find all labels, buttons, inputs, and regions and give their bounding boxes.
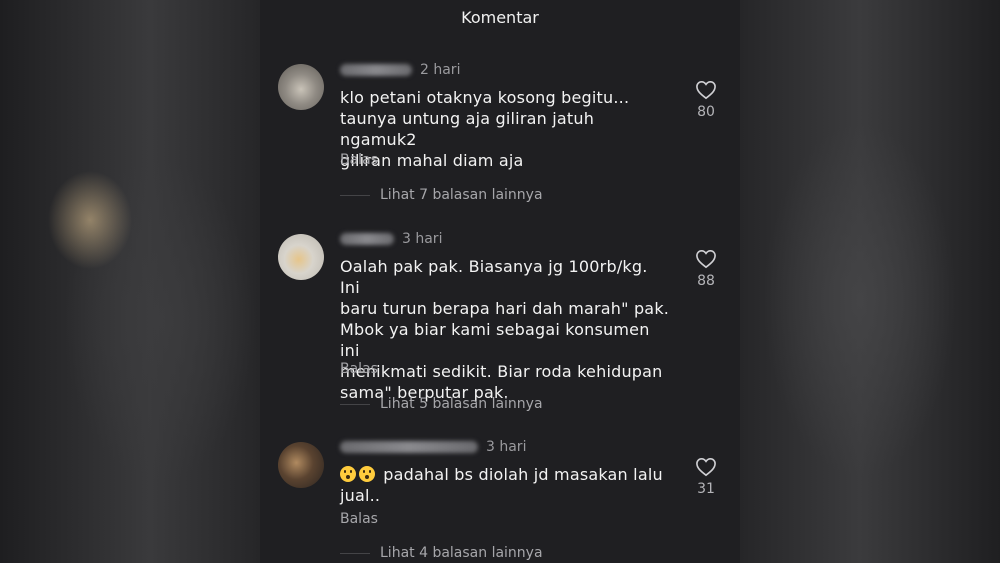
username-blurred[interactable] bbox=[340, 441, 478, 453]
username-blurred[interactable] bbox=[340, 233, 394, 245]
comment-line: giliran mahal diam aja bbox=[340, 151, 524, 170]
heart-outline-icon bbox=[696, 457, 716, 477]
avatar[interactable] bbox=[278, 64, 324, 110]
reply-button[interactable]: Balas bbox=[340, 361, 378, 377]
comment-text: padahal bs diolah jd masakan lalu jual.. bbox=[340, 464, 670, 506]
panel-title: Komentar bbox=[461, 8, 539, 27]
heart-outline-icon bbox=[696, 249, 716, 269]
comment-line: jual.. bbox=[340, 486, 381, 505]
view-more-replies[interactable]: Lihat 5 balasan lainnya bbox=[340, 396, 543, 412]
comment-header: 3 hari bbox=[340, 437, 526, 457]
comment-time: 3 hari bbox=[402, 231, 443, 247]
like-count: 31 bbox=[697, 481, 715, 497]
view-more-replies[interactable]: Lihat 4 balasan lainnya bbox=[340, 545, 543, 561]
like-count: 88 bbox=[697, 273, 715, 289]
avatar[interactable] bbox=[278, 442, 324, 488]
comment-time: 2 hari bbox=[420, 62, 461, 78]
avatar[interactable] bbox=[278, 234, 324, 280]
comment-line: Oalah pak pak. Biasanya jg 100rb/kg. Ini bbox=[340, 257, 648, 297]
view-more-replies-label: Lihat 5 balasan lainnya bbox=[380, 396, 543, 412]
comment-line: Mbok ya biar kami sebagai konsumen ini bbox=[340, 320, 650, 360]
view-more-replies[interactable]: Lihat 7 balasan lainnya bbox=[340, 187, 543, 203]
comment-header: 2 hari bbox=[340, 60, 460, 80]
hushed-face-emoji bbox=[359, 466, 375, 482]
comment-line-text: padahal bs diolah jd masakan lalu bbox=[383, 465, 663, 484]
comment-header: 3 hari bbox=[340, 229, 442, 249]
hushed-face-emoji bbox=[340, 466, 356, 482]
view-more-replies-label: Lihat 4 balasan lainnya bbox=[380, 545, 543, 561]
divider bbox=[340, 194, 370, 196]
comment-text: Oalah pak pak. Biasanya jg 100rb/kg. Ini… bbox=[340, 256, 670, 403]
like-button[interactable]: 88 bbox=[690, 249, 722, 289]
like-button[interactable]: 80 bbox=[690, 80, 722, 120]
comment-line: klo petani otaknya kosong begitu... bbox=[340, 88, 630, 107]
comment-line: baru turun berapa hari dah marah" pak. bbox=[340, 299, 670, 318]
like-count: 80 bbox=[697, 104, 715, 120]
reply-button[interactable]: Balas bbox=[340, 152, 378, 168]
heart-outline-icon bbox=[696, 80, 716, 100]
comment-line: menikmati sedikit. Biar roda kehidupan bbox=[340, 362, 663, 381]
comment-text: klo petani otaknya kosong begitu... taun… bbox=[340, 87, 670, 171]
username-blurred[interactable] bbox=[340, 64, 412, 76]
divider bbox=[340, 403, 370, 405]
divider bbox=[340, 552, 370, 554]
comment-line: taunya untung aja giliran jatuh ngamuk2 bbox=[340, 109, 595, 149]
comment-line: padahal bs diolah jd masakan lalu bbox=[340, 464, 670, 485]
comments-panel: Komentar 2 hari klo petani otaknya koson… bbox=[260, 0, 740, 563]
reply-button[interactable]: Balas bbox=[340, 511, 378, 527]
comment-time: 3 hari bbox=[486, 439, 527, 455]
like-button[interactable]: 31 bbox=[690, 457, 722, 497]
view-more-replies-label: Lihat 7 balasan lainnya bbox=[380, 187, 543, 203]
